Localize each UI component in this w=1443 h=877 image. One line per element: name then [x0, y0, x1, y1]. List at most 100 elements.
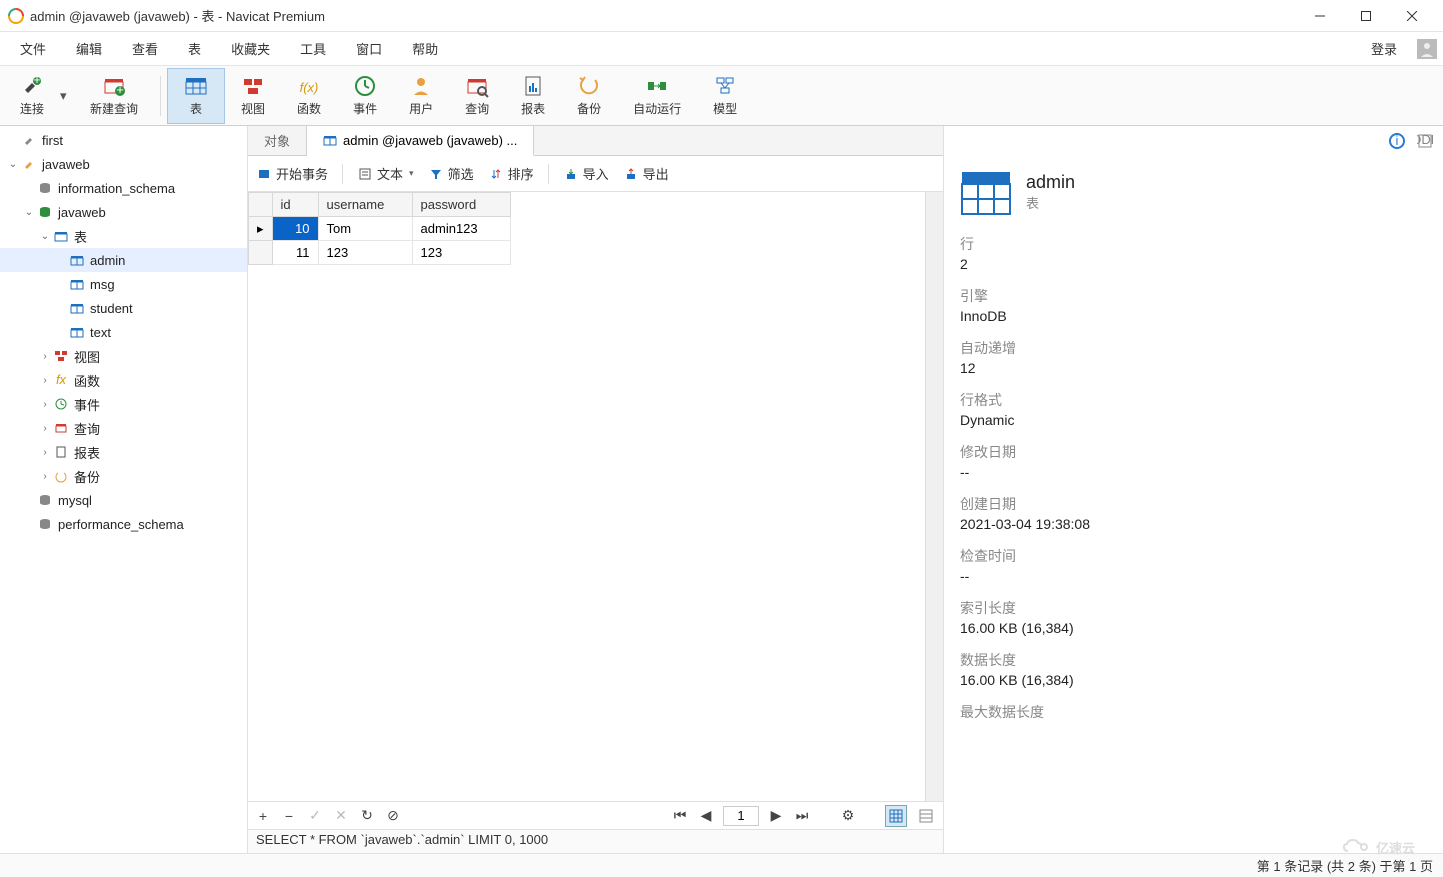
- tree-reports[interactable]: ›报表: [0, 440, 247, 464]
- refresh-button[interactable]: ↻: [358, 807, 376, 825]
- app-icon: [8, 8, 24, 24]
- text-mode-button[interactable]: 文本▾: [357, 164, 414, 183]
- table-small-icon: [323, 133, 337, 147]
- filter-button[interactable]: 筛选: [428, 164, 474, 183]
- tree-events[interactable]: ›事件: [0, 392, 247, 416]
- user-button[interactable]: 用户: [393, 68, 449, 124]
- menu-help[interactable]: 帮助: [398, 33, 452, 64]
- object-subtitle: 表: [1026, 193, 1075, 212]
- form-view-button[interactable]: [915, 805, 937, 827]
- table-button[interactable]: 表: [167, 68, 225, 124]
- new-query-icon: +: [102, 74, 126, 98]
- tree-queries[interactable]: ›查询: [0, 416, 247, 440]
- import-icon: [563, 166, 579, 182]
- tab-objects[interactable]: 对象: [248, 126, 307, 155]
- delete-row-button[interactable]: −: [280, 807, 298, 825]
- new-query-button[interactable]: + 新建查询: [74, 68, 154, 124]
- object-table-icon: [958, 164, 1014, 220]
- backup-button[interactable]: 备份: [561, 68, 617, 124]
- export-button[interactable]: 导出: [623, 164, 669, 183]
- tree-table-admin[interactable]: admin: [0, 248, 247, 272]
- data-table[interactable]: id username password ▸ 10 Tom admin123 1…: [248, 192, 511, 265]
- connection-tree: first ⌄javaweb information_schema ⌄javaw…: [0, 126, 248, 853]
- query-button[interactable]: 查询: [449, 68, 505, 124]
- close-button[interactable]: [1389, 0, 1435, 32]
- tree-db-mysql[interactable]: mysql: [0, 488, 247, 512]
- tree-db-information-schema[interactable]: information_schema: [0, 176, 247, 200]
- tree-backups[interactable]: ›备份: [0, 464, 247, 488]
- col-password[interactable]: password: [412, 193, 510, 217]
- table-row[interactable]: ▸ 10 Tom admin123: [249, 217, 511, 241]
- settings-button[interactable]: ⚙: [839, 807, 857, 825]
- menu-tools[interactable]: 工具: [286, 33, 340, 64]
- autorun-button[interactable]: 自动运行: [617, 68, 697, 124]
- svg-text:f(x): f(x): [300, 80, 319, 95]
- next-page-button[interactable]: ▶: [767, 807, 785, 825]
- datagrid: id username password ▸ 10 Tom admin123 1…: [248, 192, 943, 801]
- last-page-button[interactable]: ⏭: [793, 807, 811, 825]
- col-username[interactable]: username: [318, 193, 412, 217]
- tree-table-text[interactable]: text: [0, 320, 247, 344]
- tree-conn-javaweb[interactable]: ⌄javaweb: [0, 152, 247, 176]
- tree-table-msg[interactable]: msg: [0, 272, 247, 296]
- model-button[interactable]: 模型: [697, 68, 753, 124]
- table-item-icon: [68, 324, 86, 340]
- function-button[interactable]: f(x) 函数: [281, 68, 337, 124]
- connect-dropdown[interactable]: ▾: [60, 88, 74, 104]
- first-page-button[interactable]: ⏮: [671, 807, 689, 825]
- ddl-icon[interactable]: DDL: [1417, 133, 1433, 149]
- add-row-button[interactable]: +: [254, 807, 272, 825]
- titlebar: admin @javaweb (javaweb) - 表 - Navicat P…: [0, 0, 1443, 32]
- info-icon[interactable]: i: [1389, 133, 1405, 149]
- stop-button[interactable]: ⊘: [384, 807, 402, 825]
- queries-icon: [52, 420, 70, 436]
- tree-db-performance-schema[interactable]: performance_schema: [0, 512, 247, 536]
- vertical-scrollbar[interactable]: [925, 192, 943, 801]
- tree-views[interactable]: ›视图: [0, 344, 247, 368]
- commit-button[interactable]: ✓: [306, 807, 324, 825]
- table-row[interactable]: 11 123 123: [249, 241, 511, 265]
- login-link[interactable]: 登录: [1357, 33, 1411, 64]
- tree-tables-folder[interactable]: ⌄表: [0, 224, 247, 248]
- report-button[interactable]: 报表: [505, 68, 561, 124]
- views-icon: [52, 348, 70, 364]
- tree-db-javaweb[interactable]: ⌄javaweb: [0, 200, 247, 224]
- grid-view-button[interactable]: [885, 805, 907, 827]
- menu-file[interactable]: 文件: [6, 33, 60, 64]
- sort-button[interactable]: 排序: [488, 164, 534, 183]
- view-button[interactable]: 视图: [225, 68, 281, 124]
- svg-text:DDL: DDL: [1417, 133, 1433, 147]
- page-input[interactable]: [723, 806, 759, 826]
- menu-window[interactable]: 窗口: [342, 33, 396, 64]
- menu-table[interactable]: 表: [174, 33, 215, 64]
- menu-view[interactable]: 查看: [118, 33, 172, 64]
- import-button[interactable]: 导入: [563, 164, 609, 183]
- sort-icon: [488, 166, 504, 182]
- minimize-button[interactable]: [1297, 0, 1343, 32]
- table-item-icon: [68, 300, 86, 316]
- prev-page-button[interactable]: ◀: [697, 807, 715, 825]
- tree-table-student[interactable]: student: [0, 296, 247, 320]
- model-icon: [713, 74, 737, 98]
- cancel-button[interactable]: ✕: [332, 807, 350, 825]
- menu-favorites[interactable]: 收藏夹: [217, 33, 284, 64]
- col-id[interactable]: id: [272, 193, 318, 217]
- avatar-icon[interactable]: [1417, 39, 1437, 59]
- window-title: admin @javaweb (javaweb) - 表 - Navicat P…: [30, 6, 325, 25]
- connection-active-icon: [20, 156, 38, 172]
- maximize-button[interactable]: [1343, 0, 1389, 32]
- tree-functions[interactable]: ›fx函数: [0, 368, 247, 392]
- export-icon: [623, 166, 639, 182]
- tab-admin[interactable]: admin @javaweb (javaweb) ...: [307, 126, 534, 156]
- connect-button[interactable]: + 连接: [4, 68, 60, 124]
- menu-edit[interactable]: 编辑: [62, 33, 116, 64]
- tree-conn-first[interactable]: first: [0, 128, 247, 152]
- functions-icon: fx: [52, 372, 70, 388]
- event-button[interactable]: 事件: [337, 68, 393, 124]
- transaction-icon: [256, 166, 272, 182]
- plug-icon: +: [20, 74, 44, 98]
- table-item-icon: [68, 276, 86, 292]
- svg-text:fx: fx: [56, 373, 67, 387]
- begin-transaction-button[interactable]: 开始事务: [256, 164, 328, 183]
- filter-icon: [428, 166, 444, 182]
